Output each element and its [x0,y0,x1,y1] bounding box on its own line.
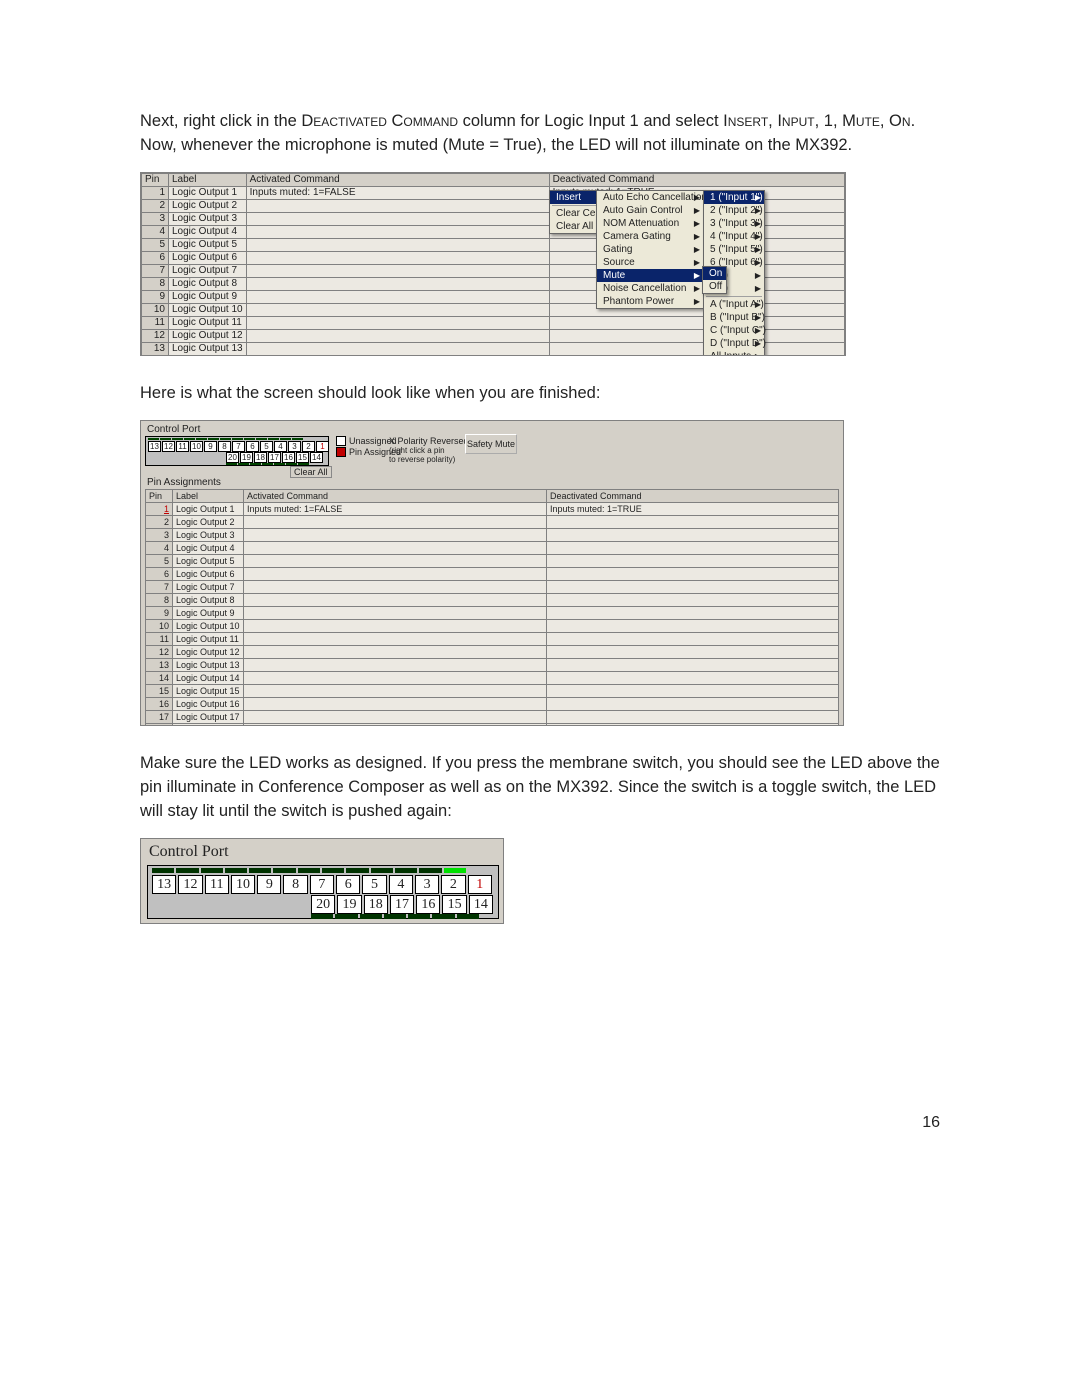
menu-item[interactable]: Auto Gain Control [597,204,703,217]
legend-polarity-label: X Polarity Reversed [389,436,469,446]
menu-item[interactable]: Noise Cancellation [597,282,703,295]
legend-hint: (right click a pin to reverse polarity) [389,446,469,464]
menu-item[interactable]: Source [597,256,703,269]
menu-item[interactable]: 2 ("Input 2") [704,204,764,217]
text: column for Logic Input 1 and select [458,112,723,130]
menu-item[interactable]: Camera Gating [597,230,703,243]
pin-grid-full[interactable]: PinLabelActivated CommandDeactivated Com… [145,489,839,726]
text: Next, right click in the [140,112,301,130]
menu-item[interactable]: All Inputs [704,350,764,356]
menu-item-off[interactable]: Off [703,280,726,293]
menu-item[interactable]: Phantom Power [597,295,703,308]
menu-item[interactable]: B ("Input B") [704,311,764,324]
submenu-commands[interactable]: Auto Echo CancellationAuto Gain ControlN… [596,190,704,309]
screenshot-control-port-zoom: Control Port 13121110987654321 201918171… [140,838,504,924]
control-port-label-zoom: Control Port [149,843,229,861]
menu-item[interactable]: 4 ("Input 4") [704,230,764,243]
menu-item[interactable]: 5 ("Input 5") [704,243,764,256]
legend-polarity: X Polarity Reversed (right click a pin t… [389,436,469,464]
pin-assignments-label: Pin Assignments [147,477,221,488]
menu-item[interactable]: Auto Echo Cancellation [597,191,703,204]
safety-mute-button[interactable]: Safety Mute [465,434,517,454]
menu-item-on[interactable]: On [703,267,726,280]
menu-item[interactable]: C ("Input C") [704,324,764,337]
text: , [768,112,777,130]
page-number: 16 [140,1114,940,1132]
intro-paragraph: Next, right click in the Deactivated Com… [140,110,940,158]
text: Input [777,112,814,130]
text: , [880,112,889,130]
text: , 1, [815,112,843,130]
para-3: Make sure the LED works as designed. If … [140,752,940,824]
screenshot-finished: Control Port 13121110987654321 201918171… [140,420,844,726]
menu-item[interactable]: A ("Input A") [704,298,764,311]
text: Insert [723,112,768,130]
menu-item[interactable]: 3 ("Input 3") [704,217,764,230]
menu-item[interactable]: D ("Input D") [704,337,764,350]
mid-paragraph: Here is what the screen should look like… [140,382,940,406]
menu-item[interactable]: NOM Attenuation [597,217,703,230]
control-port-label: Control Port [147,424,200,435]
text: Mute [842,112,880,130]
menu-item[interactable]: 1 ("Input 1") [704,191,764,204]
screenshot-context-menu: PinLabelActivated CommandDeactivated Com… [140,172,846,356]
menu-item[interactable]: Gating [597,243,703,256]
menu-item[interactable]: Mute [597,269,703,282]
text: Deactivated Command [301,112,458,130]
control-port-frame: 13121110987654321 20191817161514 [145,436,329,466]
text: On [889,112,911,130]
control-port-frame-zoom: 13121110987654321 20191817161514 [147,865,499,919]
submenu-onoff[interactable]: On Off [702,266,727,294]
clear-all-button[interactable]: Clear All [290,466,332,478]
